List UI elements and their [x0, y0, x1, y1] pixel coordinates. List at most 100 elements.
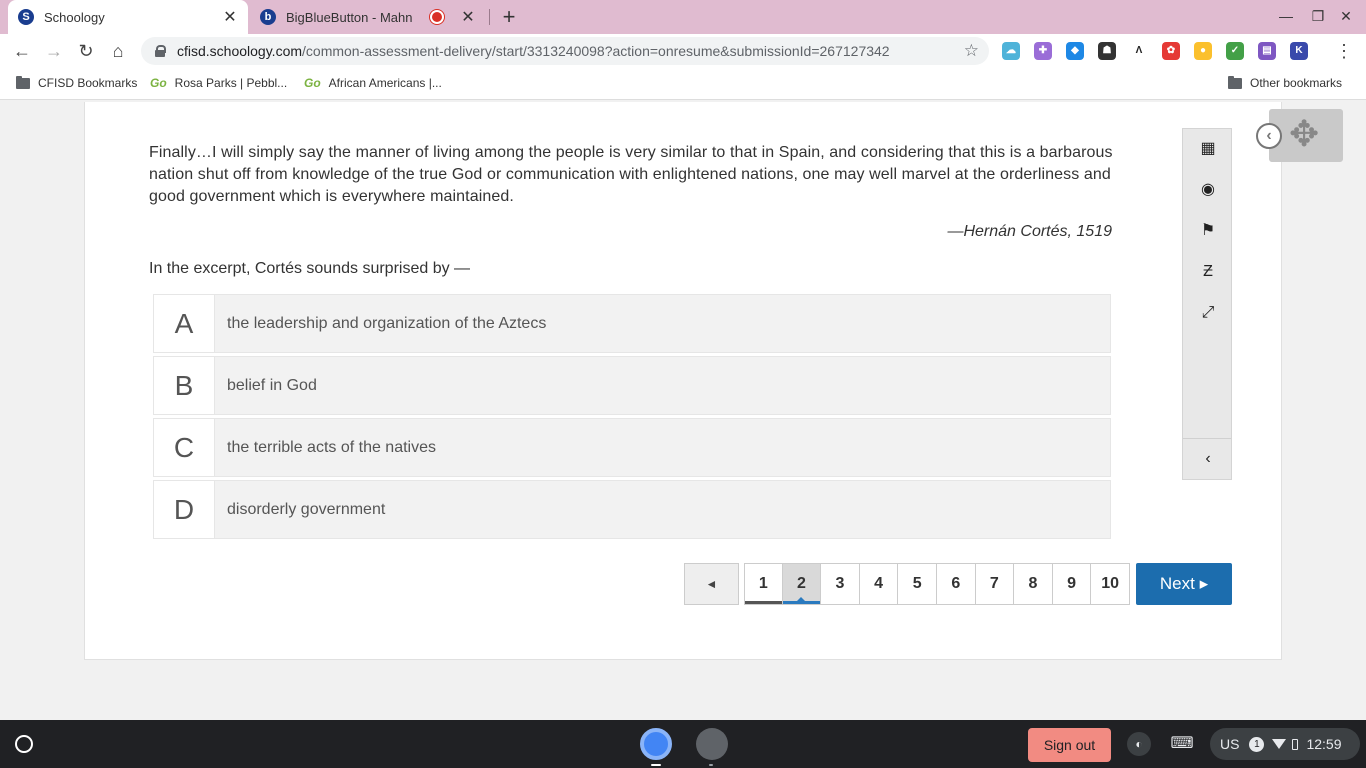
schoology-favicon-icon: S [18, 9, 34, 25]
camera-app-icon[interactable] [696, 728, 728, 760]
fullscreen-icon[interactable]: ⤢ [1198, 303, 1218, 323]
passage-text: Finally…I will simply say the manner of … [149, 144, 1113, 205]
collapse-chevron-icon[interactable]: ‹ [1198, 449, 1218, 469]
answered-indicator [745, 601, 782, 604]
accessibility-icon[interactable]: ◉ [1198, 180, 1218, 200]
url-path: /common-assessment-delivery/start/331324… [302, 43, 890, 59]
current-page-indicator [782, 597, 821, 604]
clock: 12:59 [1306, 736, 1342, 752]
choice-letter: D [154, 481, 215, 538]
page-number: 10 [1101, 575, 1120, 592]
wifi-icon [1272, 739, 1287, 749]
page-10-button[interactable]: 10 [1091, 563, 1130, 605]
extension-robot-icon[interactable]: ☗ [1098, 42, 1116, 60]
choice-a[interactable]: A the leadership and organization of the… [153, 294, 1111, 353]
tab-title: Schoology [44, 9, 105, 25]
tab-title: BigBlueButton - Mahn [286, 9, 413, 25]
previous-button[interactable]: ◄ [684, 563, 739, 605]
extension-cloud-icon[interactable]: ☁ [1002, 42, 1020, 60]
page-2-button[interactable]: 2 [782, 563, 822, 605]
extension-on-icon[interactable]: ● [1194, 42, 1212, 60]
sign-out-button[interactable]: Sign out [1028, 728, 1111, 762]
launcher-icon[interactable] [15, 735, 33, 753]
choice-letter: C [154, 419, 215, 476]
tab-divider [489, 9, 490, 25]
minimize-icon[interactable]: — [1276, 8, 1296, 24]
choice-text: belief in God [227, 376, 317, 394]
page-9-button[interactable]: 9 [1052, 563, 1092, 605]
choice-letter: B [154, 357, 215, 414]
menu-icon[interactable]: ⋮ [1333, 40, 1355, 62]
choice-letter: A [154, 295, 215, 352]
active-app-indicator [651, 764, 661, 766]
tab-schoology[interactable]: S Schoology ✕ [8, 0, 248, 34]
next-button[interactable]: Next ▸ [1136, 563, 1232, 605]
extension-puzzle-icon[interactable]: ✚ [1034, 42, 1052, 60]
chevron-left-circle-icon[interactable]: ‹ [1256, 123, 1282, 149]
page-4-button[interactable]: 4 [859, 563, 899, 605]
drag-handle[interactable]: ‹ ✥ [1256, 109, 1343, 162]
page-3-button[interactable]: 3 [821, 563, 860, 605]
bookmark-other[interactable]: Other bookmarks [1228, 75, 1343, 90]
flag-icon[interactable]: ⚑ [1198, 221, 1218, 241]
keyboard-icon[interactable]: ⌨ [1170, 732, 1194, 756]
folder-icon [1228, 75, 1242, 89]
choice-text: disorderly government [227, 500, 386, 518]
notification-badge: 1 [1249, 736, 1265, 752]
system-shelf: Sign out ◐ ⌨ US 1 12:59 [0, 720, 1366, 768]
restore-icon[interactable]: ❐ [1308, 8, 1328, 25]
bookmark-label: Other bookmarks [1250, 76, 1343, 90]
bookmark-african-americans[interactable]: Go African Americans |... [304, 76, 442, 90]
page-7-button[interactable]: 7 [975, 563, 1015, 605]
close-tab-icon[interactable]: ✕ [460, 7, 476, 27]
recording-icon [432, 12, 442, 22]
status-tray[interactable]: US 1 12:59 [1210, 728, 1360, 760]
extension-a-icon[interactable]: Λ [1130, 42, 1148, 60]
address-bar[interactable]: cfisd.schoology.com/common-assessment-de… [141, 37, 989, 65]
choice-b[interactable]: B belief in God [153, 356, 1111, 415]
go-icon: Go [304, 76, 321, 90]
open-app-indicator [709, 764, 713, 766]
close-window-icon[interactable]: ✕ [1336, 8, 1356, 25]
choice-text: the terrible acts of the natives [227, 438, 436, 456]
choice-text: the leadership and organization of the A… [227, 314, 547, 332]
tools-sidebar: ▦ ◉ ⚑ Ƶ ⤢ ‹ [1182, 128, 1232, 480]
extension-color-icon[interactable]: ✿ [1162, 42, 1180, 60]
eliminate-answer-icon[interactable]: Ƶ [1198, 262, 1218, 282]
extension-check-icon[interactable]: ✓ [1226, 42, 1244, 60]
battery-icon [1292, 738, 1299, 750]
forward-icon[interactable]: → [43, 40, 65, 62]
page-number: 6 [951, 575, 961, 592]
bookmark-rosa-parks[interactable]: Go Rosa Parks | Pebbl... [150, 76, 287, 90]
bigbluebutton-favicon-icon: b [260, 9, 276, 25]
choice-c[interactable]: C the terrible acts of the natives [153, 418, 1111, 477]
close-tab-icon[interactable]: ✕ [222, 7, 238, 27]
page-number: 8 [1028, 575, 1038, 592]
lock-icon [155, 45, 166, 57]
bookmark-star-icon[interactable]: ☆ [964, 41, 979, 61]
page-5-button[interactable]: 5 [898, 563, 937, 605]
extension-k-icon[interactable]: K [1290, 42, 1308, 60]
new-tab-icon[interactable]: + [499, 4, 519, 30]
page-number: 7 [989, 575, 999, 592]
extension-diamond-icon[interactable]: ◆ [1066, 42, 1084, 60]
extension-pdf-icon[interactable]: ▤ [1258, 42, 1276, 60]
sidebar-divider [1183, 438, 1231, 439]
page-number: 4 [874, 575, 884, 592]
volume-icon[interactable]: ◐ [1127, 732, 1151, 756]
home-icon[interactable]: ⌂ [107, 40, 129, 62]
folder-icon [16, 75, 30, 89]
page-6-button[interactable]: 6 [936, 563, 976, 605]
choice-d[interactable]: D disorderly government [153, 480, 1111, 539]
page-8-button[interactable]: 8 [1014, 563, 1053, 605]
chrome-app-icon[interactable] [640, 728, 672, 760]
calendar-icon[interactable]: ▦ [1198, 139, 1218, 159]
page-1-button[interactable]: 1 [744, 563, 783, 605]
browser-toolbar: ← → ↻ ⌂ cfisd.schoology.com/common-asses… [0, 34, 1366, 68]
page-number: 3 [835, 575, 845, 592]
back-icon[interactable]: ← [11, 40, 33, 62]
tab-bigbluebutton[interactable]: b BigBlueButton - Mahn ✕ [250, 0, 486, 34]
bookmark-cfisd[interactable]: CFISD Bookmarks [16, 75, 137, 90]
question-prompt: In the excerpt, Cortés sounds surprised … [149, 260, 471, 277]
reload-icon[interactable]: ↻ [75, 40, 97, 62]
